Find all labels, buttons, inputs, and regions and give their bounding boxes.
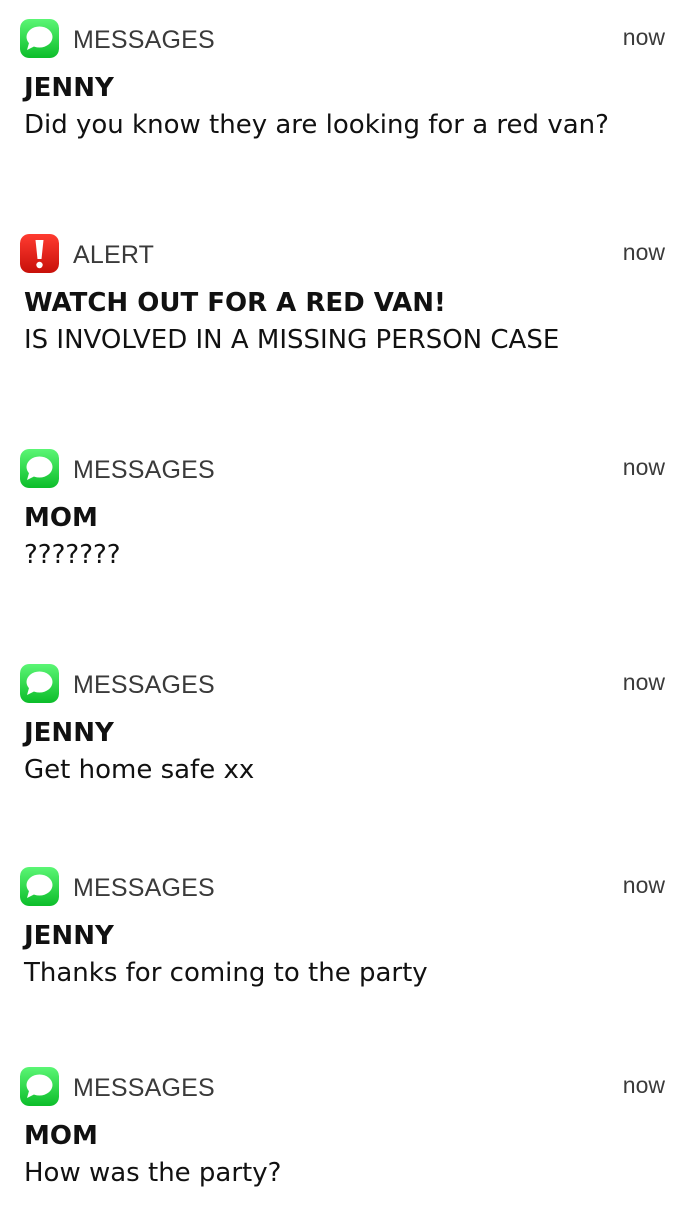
app-name: MESSAGES (73, 456, 215, 484)
notification-sender: JENNY (24, 921, 114, 951)
notification-body: IS INVOLVED IN A MISSING PERSON CASE (24, 325, 560, 355)
notification-alert[interactable]: ALERT now WATCH OUT FOR A RED VAN! IS IN… (0, 234, 695, 374)
notification-sender: JENNY (24, 73, 114, 103)
notification-sender: MOM (24, 1121, 98, 1151)
notification-body: Get home safe xx (24, 755, 255, 785)
messages-icon (20, 664, 59, 703)
notification-time: now (622, 454, 665, 480)
notification-time: now (622, 239, 665, 265)
notification-time: now (622, 872, 665, 898)
alert-icon (20, 234, 59, 273)
notification-body: How was the party? (24, 1158, 282, 1188)
messages-icon (20, 867, 59, 906)
app-name: MESSAGES (73, 874, 215, 902)
notification-sender: MOM (24, 503, 98, 533)
app-name: MESSAGES (73, 671, 215, 699)
notification-body: Thanks for coming to the party (24, 958, 428, 988)
notification-time: now (622, 669, 665, 695)
notification-time: now (622, 1072, 665, 1098)
notification-sender: JENNY (24, 718, 114, 748)
notification-body: Did you know they are looking for a red … (24, 110, 609, 140)
messages-icon (20, 1067, 59, 1106)
notification-messages-mom-1[interactable]: MESSAGES now MOM ??????? (0, 449, 695, 589)
notification-time: now (622, 24, 665, 50)
notification-messages-jenny-2[interactable]: MESSAGES now JENNY Get home safe xx (0, 664, 695, 804)
notification-title: WATCH OUT FOR A RED VAN! (24, 288, 446, 318)
app-name: MESSAGES (73, 26, 215, 54)
app-name: ALERT (73, 241, 155, 269)
notification-body: ??????? (24, 540, 121, 570)
notification-messages-jenny-3[interactable]: MESSAGES now JENNY Thanks for coming to … (0, 867, 695, 1007)
messages-icon (20, 19, 59, 58)
notification-messages-jenny-1[interactable]: MESSAGES now JENNY Did you know they are… (0, 19, 695, 159)
notification-messages-mom-2[interactable]: MESSAGES now MOM How was the party? (0, 1067, 695, 1207)
app-name: MESSAGES (73, 1074, 215, 1102)
messages-icon (20, 449, 59, 488)
